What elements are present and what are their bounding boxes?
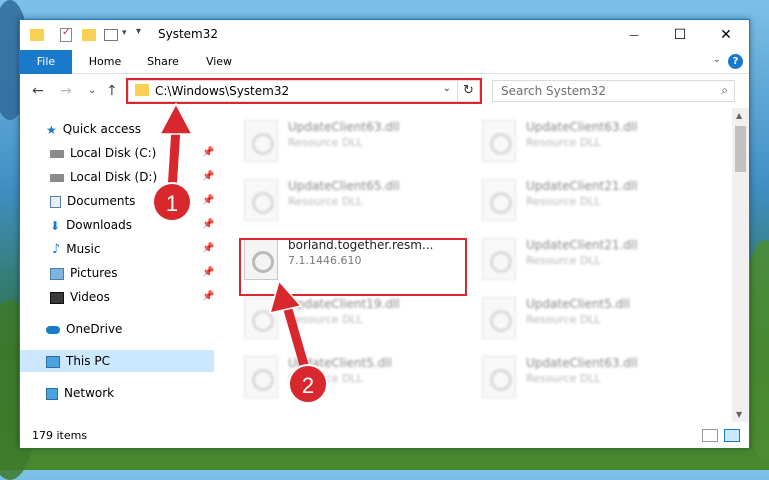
file-item[interactable]: UpdateClient63.dll Resource DLL <box>478 116 708 172</box>
search-placeholder: Search System32 <box>501 84 607 98</box>
file-item[interactable]: UpdateClient19.dll Resource DLL <box>240 293 470 349</box>
cloud-icon <box>46 325 60 334</box>
pin-icon[interactable]: 📌 <box>202 243 214 254</box>
computer-icon <box>46 355 60 368</box>
file-item[interactable]: UpdateClient65.dll Resource DLL <box>240 175 470 231</box>
folder-icon <box>30 29 44 41</box>
title-bar: ✓ ▾ ▾ System32 — ☐ ✕ <box>20 20 749 50</box>
tab-home[interactable]: Home <box>80 50 130 74</box>
chevron-down-icon[interactable]: ▾ <box>122 28 127 44</box>
tab-share[interactable]: Share <box>138 50 188 74</box>
tab-view[interactable]: View <box>196 50 242 74</box>
videos-icon <box>50 291 64 304</box>
network-icon <box>46 387 58 400</box>
dll-file-icon <box>244 179 278 221</box>
pin-icon[interactable]: 📌 <box>202 267 214 278</box>
back-button[interactable]: ← <box>32 83 44 99</box>
pictures-icon <box>50 267 64 280</box>
navigation-bar: ← → ⌄ ↑ C:\Windows\System32 ⌄ ↻ Search S… <box>20 74 749 108</box>
drive-icon <box>50 149 64 158</box>
step-2-badge: 2 <box>288 364 328 404</box>
sidebar-item-downloads[interactable]: ⬇ Downloads <box>50 214 132 236</box>
recent-locations-button[interactable]: ⌄ <box>88 85 96 96</box>
scroll-down-icon[interactable]: ▼ <box>736 410 742 419</box>
documents-icon <box>50 195 61 208</box>
drive-icon <box>50 173 64 182</box>
sidebar-item-pictures[interactable]: Pictures <box>50 262 118 284</box>
up-button[interactable]: ↑ <box>106 83 118 99</box>
details-view-icon[interactable] <box>702 429 718 442</box>
vertical-scrollbar[interactable]: ▲ ▼ <box>732 108 749 422</box>
search-icon: ⌕ <box>721 83 728 97</box>
dll-file-icon <box>244 356 278 398</box>
status-bar: 179 items <box>20 424 749 448</box>
dll-file-icon <box>244 120 278 162</box>
file-highlight-box <box>239 238 467 296</box>
ribbon-expand-icon[interactable]: ⌄ <box>713 54 721 65</box>
forward-button[interactable]: → <box>60 83 72 99</box>
file-item[interactable]: UpdateClient63.dll Resource DLL <box>478 352 708 408</box>
dll-file-icon <box>482 120 516 162</box>
music-icon: ♪ <box>52 241 61 257</box>
minimize-button[interactable]: — <box>611 20 657 50</box>
sidebar-item-videos[interactable]: Videos <box>50 286 110 308</box>
dll-file-icon <box>244 297 278 339</box>
search-input[interactable]: Search System32 ⌕ <box>492 80 735 102</box>
dll-file-icon <box>482 356 516 398</box>
navigation-pane: ★ Quick access Local Disk (C:) 📌 Local Di… <box>20 108 214 422</box>
sidebar-item-music[interactable]: ♪ Music <box>52 238 100 260</box>
pin-icon[interactable]: 📌 <box>202 291 214 302</box>
file-item[interactable]: UpdateClient63.dll Resource DLL <box>240 116 470 172</box>
address-highlight-box <box>126 78 482 104</box>
tab-file[interactable]: File <box>20 50 72 74</box>
new-folder-icon[interactable] <box>82 29 96 41</box>
view-options-icon[interactable] <box>104 29 118 41</box>
sidebar-item-quick-access[interactable]: ★ Quick access <box>46 118 141 140</box>
sidebar-item-this-pc[interactable]: This PC <box>46 350 110 372</box>
sidebar-item-network[interactable]: Network <box>46 382 114 404</box>
large-icons-view-icon[interactable] <box>724 429 740 442</box>
scroll-thumb[interactable] <box>735 126 746 172</box>
maximize-button[interactable]: ☐ <box>657 20 703 50</box>
scroll-up-icon[interactable]: ▲ <box>736 111 742 120</box>
step-1-badge: 1 <box>152 182 192 222</box>
ribbon-tabs: File Home Share View ⌄ ? <box>20 50 749 74</box>
dll-file-icon <box>482 238 516 280</box>
star-icon: ★ <box>46 122 57 137</box>
sidebar-item-local-disk-d[interactable]: Local Disk (D:) <box>50 166 157 188</box>
downloads-icon: ⬇ <box>50 218 61 233</box>
help-icon[interactable]: ? <box>728 54 743 69</box>
pin-icon[interactable]: 📌 <box>202 171 214 182</box>
sidebar-item-onedrive[interactable]: OneDrive <box>46 318 122 340</box>
dll-file-icon <box>482 179 516 221</box>
window-title: System32 <box>158 27 219 41</box>
customize-toolbar-icon[interactable]: ▾ <box>136 26 141 42</box>
close-button[interactable]: ✕ <box>703 20 749 50</box>
dll-file-icon <box>482 297 516 339</box>
sidebar-item-documents[interactable]: Documents <box>50 190 135 212</box>
pin-icon[interactable]: 📌 <box>202 195 214 206</box>
file-item[interactable]: UpdateClient5.dll Resource DLL <box>240 352 470 408</box>
properties-icon[interactable]: ✓ <box>60 27 72 42</box>
file-item[interactable]: UpdateClient5.dll Resource DLL <box>478 293 708 349</box>
pin-icon[interactable]: 📌 <box>202 147 214 158</box>
explorer-window: ✓ ▾ ▾ System32 — ☐ ✕ File Home Share Vie… <box>19 19 750 448</box>
file-item[interactable]: UpdateClient21.dll Resource DLL <box>478 175 708 231</box>
file-item[interactable]: UpdateClient21.dll Resource DLL <box>478 234 708 290</box>
item-count: 179 items <box>32 429 88 442</box>
sidebar-item-local-disk-c[interactable]: Local Disk (C:) <box>50 142 156 164</box>
pin-icon[interactable]: 📌 <box>202 219 214 230</box>
